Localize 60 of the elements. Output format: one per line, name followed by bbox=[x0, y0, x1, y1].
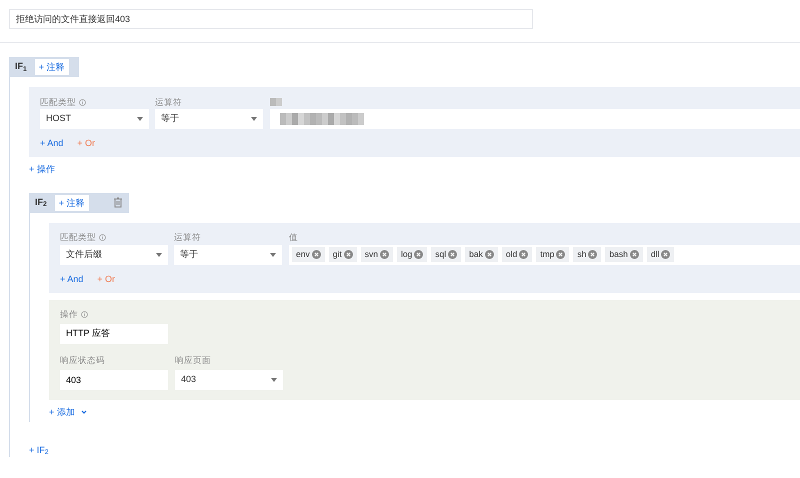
tag-text: env bbox=[296, 249, 310, 260]
remove-icon[interactable] bbox=[448, 250, 458, 259]
caret-icon bbox=[251, 117, 257, 121]
tag-text: sql bbox=[435, 249, 446, 260]
tag-text: tmp bbox=[540, 249, 554, 260]
condition-title: IF$_{2}$ bbox=[35, 196, 47, 210]
field-label: 匹配类型 bbox=[40, 96, 76, 108]
rule-name-field[interactable]: 拒绝访问的文件直接返回403 bbox=[9, 9, 533, 29]
caret-icon bbox=[137, 117, 143, 121]
field-label: 值 bbox=[289, 231, 298, 244]
remove-icon[interactable] bbox=[588, 250, 598, 259]
value-field[interactable] bbox=[270, 109, 800, 129]
field-label: 运算符 bbox=[174, 231, 201, 244]
remove-icon[interactable] bbox=[380, 250, 389, 259]
caret-icon bbox=[270, 252, 276, 256]
and-button[interactable]: + And bbox=[40, 137, 64, 149]
remove-icon[interactable] bbox=[630, 250, 639, 259]
match-type-select[interactable]: 文件后缀 bbox=[60, 244, 168, 264]
operator-select[interactable]: 等于 bbox=[155, 109, 263, 129]
tag-text: git bbox=[332, 249, 342, 260]
status-code-field[interactable]: 403 bbox=[60, 370, 168, 390]
field-label: 响应状态码 bbox=[60, 354, 105, 367]
remove-icon[interactable] bbox=[519, 250, 528, 259]
tag-text: bash bbox=[609, 249, 628, 260]
tag-text: dll bbox=[650, 249, 660, 260]
field-label: 运算符 bbox=[155, 96, 182, 108]
tag-text: bak bbox=[469, 249, 483, 260]
add-note-button[interactable]: + 注释 bbox=[54, 194, 89, 210]
blurred-label-drawing bbox=[270, 98, 282, 106]
caret-icon bbox=[271, 378, 277, 382]
field-label: 匹配类型 bbox=[60, 231, 96, 244]
remove-icon[interactable] bbox=[344, 250, 353, 259]
chevron-down-icon[interactable] bbox=[80, 410, 87, 414]
action-field[interactable]: HTTP 应答 bbox=[60, 324, 168, 344]
and-button[interactable]: + And bbox=[60, 272, 84, 284]
field-label: 操作 bbox=[60, 308, 78, 321]
add-note-button[interactable]: + 注释 bbox=[34, 59, 69, 75]
info-icon bbox=[81, 311, 88, 318]
info-icon bbox=[99, 234, 106, 241]
add-action-button[interactable]: + 操作 bbox=[29, 163, 55, 175]
field-label: 响应页面 bbox=[175, 354, 211, 367]
remove-icon[interactable] bbox=[312, 250, 321, 259]
add-button[interactable]: + 添加 bbox=[49, 406, 75, 418]
remove-icon[interactable] bbox=[414, 250, 424, 259]
value-field[interactable]: env git svn log sql bak old tmp sh bash dll bbox=[289, 244, 800, 264]
remove-icon[interactable] bbox=[484, 250, 494, 259]
remove-icon[interactable] bbox=[556, 250, 566, 259]
condition-title: IF$_{1}$ bbox=[15, 60, 27, 74]
response-page-select[interactable]: 403 bbox=[175, 370, 283, 390]
remove-icon[interactable] bbox=[661, 250, 670, 259]
tag-text: sh bbox=[577, 249, 586, 260]
caret-icon bbox=[156, 252, 162, 256]
trash-icon[interactable] bbox=[113, 197, 123, 208]
tag-text: log bbox=[400, 249, 412, 260]
tag-text: old bbox=[506, 249, 518, 260]
tag-text: svn bbox=[364, 249, 378, 260]
match-type-select[interactable]: HOST bbox=[40, 109, 149, 129]
info-icon bbox=[79, 98, 86, 106]
operator-select[interactable]: 等于 bbox=[174, 244, 282, 264]
add-if-button[interactable]: + IF$_{2}$ bbox=[29, 444, 49, 456]
